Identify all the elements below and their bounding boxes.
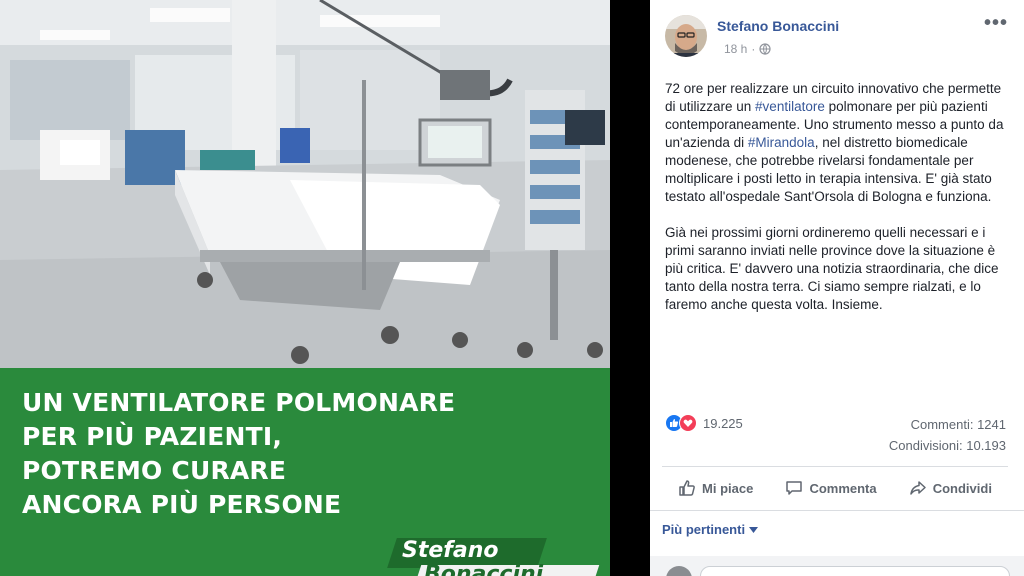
post-actions: Mi piace Commenta Condividi bbox=[662, 472, 1008, 504]
more-options-icon[interactable]: ••• bbox=[984, 12, 1008, 35]
comments-count[interactable]: Commenti: 1241 bbox=[911, 417, 1006, 432]
banner-line-2: PER PIÙ PAZIENTI, bbox=[22, 422, 283, 451]
share-arrow-icon bbox=[909, 481, 926, 495]
post-image[interactable]: UN VENTILATORE POLMONARE PER PIÙ PAZIENT… bbox=[0, 0, 610, 576]
author-avatar[interactable] bbox=[665, 15, 707, 57]
hospital-ward-photo bbox=[0, 0, 610, 368]
comment-icon bbox=[786, 481, 803, 495]
signature-last-name: Bonaccini bbox=[424, 562, 544, 576]
comment-button[interactable]: Commenta bbox=[785, 479, 877, 497]
banner-line-3: POTREMO CURARE bbox=[22, 456, 287, 485]
post-time[interactable]: 18 h bbox=[724, 42, 747, 56]
comment-sort-label: Più pertinenti bbox=[662, 522, 746, 537]
share-button[interactable]: Condividi bbox=[909, 479, 992, 497]
post-panel: Stefano Bonaccini 18 h · ••• 72 ore per … bbox=[650, 0, 1024, 576]
author-name[interactable]: Stefano Bonaccini bbox=[717, 18, 839, 34]
avatar-photo bbox=[665, 15, 707, 57]
reactions-count: 19.225 bbox=[703, 415, 743, 431]
viewer-divider bbox=[610, 0, 650, 576]
comment-button-label: Commenta bbox=[809, 480, 877, 496]
post-paragraph-1: 72 ore per realizzare un circuito innova… bbox=[665, 81, 1004, 204]
post-text: 72 ore per realizzare un circuito innova… bbox=[665, 80, 1005, 332]
hashtag-ventilatore[interactable]: #ventilatore bbox=[755, 99, 825, 114]
banner-line-1: UN VENTILATORE POLMONARE bbox=[22, 388, 456, 417]
globe-icon bbox=[759, 43, 771, 55]
love-reaction-icon bbox=[679, 414, 697, 432]
caret-down-icon bbox=[749, 526, 759, 533]
like-button[interactable]: Mi piace bbox=[678, 479, 753, 497]
hashtag-mirandola[interactable]: #Mirandola bbox=[748, 135, 815, 150]
post-paragraph-2: Già nei prossimi giorni ordineremo quell… bbox=[665, 225, 999, 312]
like-button-label: Mi piace bbox=[702, 480, 754, 496]
post-meta: 18 h · bbox=[724, 42, 771, 56]
shares-count[interactable]: Condivisioni: 10.193 bbox=[889, 438, 1006, 453]
thumbs-up-icon bbox=[679, 480, 695, 496]
share-button-label: Condividi bbox=[932, 480, 992, 496]
comment-input[interactable] bbox=[700, 566, 1010, 576]
comment-sort-dropdown[interactable]: Più pertinenti bbox=[662, 522, 759, 537]
banner-line-4: ANCORA PIÙ PERSONE bbox=[22, 490, 342, 519]
signature-first-name: Stefano bbox=[402, 538, 499, 563]
reactions-summary[interactable]: 19.225 bbox=[665, 414, 743, 432]
divider-line bbox=[650, 510, 1024, 511]
divider-line bbox=[662, 466, 1008, 467]
